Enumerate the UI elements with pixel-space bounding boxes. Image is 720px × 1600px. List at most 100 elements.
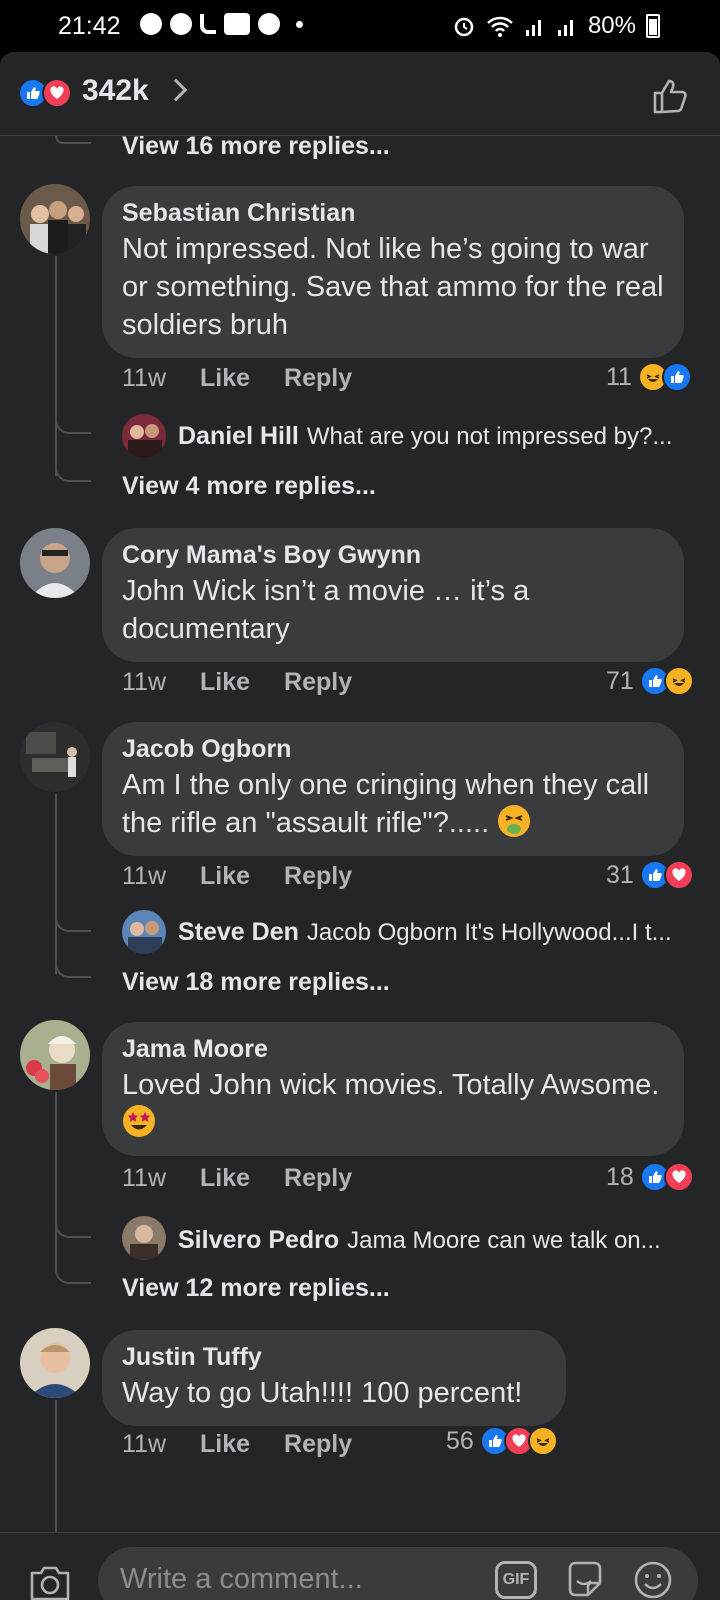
more-notifications-dot — [296, 20, 303, 28]
reaction-count: 31 — [606, 860, 634, 889]
reply-author[interactable]: Steve Den — [178, 918, 299, 946]
comments-list: View 16 more replies... Sebastian Christ… — [0, 136, 720, 1532]
comment-reactions[interactable]: 18 — [606, 1162, 694, 1192]
comments-sheet: 342k View 16 more replies... Sebastian C… — [0, 52, 720, 1600]
comment-text: John Wick isn’t a movie … it’s a documen… — [122, 575, 530, 645]
like-button[interactable]: Like — [200, 1430, 250, 1459]
reaction-count: 11 — [606, 362, 632, 391]
thread-connector — [55, 1202, 91, 1238]
avatar[interactable] — [122, 910, 166, 954]
comment-reactions[interactable]: 11 — [606, 362, 692, 392]
reply-preview[interactable]: Daniel Hill What are you not impressed by… — [178, 422, 698, 451]
reaction-count: 71 — [606, 666, 634, 695]
avatar[interactable] — [20, 1020, 90, 1090]
avatar[interactable] — [20, 184, 90, 254]
comment-author[interactable]: Justin Tuffy — [122, 1342, 546, 1372]
signal-icon — [557, 20, 573, 36]
reply-author[interactable]: Silvero Pedro — [178, 1226, 339, 1254]
reply-text: What are you not impressed by?... — [306, 423, 673, 450]
comment-bubble[interactable]: Cory Mama's Boy Gwynn John Wick isn’t a … — [102, 528, 684, 662]
thread-line — [55, 794, 57, 974]
comment-author[interactable]: Jama Moore — [122, 1034, 664, 1064]
view-more-replies[interactable]: View 4 more replies... — [122, 472, 376, 501]
comment-input[interactable]: Write a comment... GIF — [98, 1547, 698, 1600]
avatar[interactable] — [20, 528, 90, 598]
reply-preview[interactable]: Steve Den Jacob Ogborn It's Hollywood...I… — [178, 918, 698, 947]
comment-text: Am I the only one cringing when they cal… — [122, 766, 664, 842]
camera-icon[interactable] — [28, 1563, 72, 1600]
comment-text-content: Loved John wick movies. Totally Awsome. — [122, 1069, 660, 1101]
thumbs-up-outline-icon[interactable] — [650, 76, 690, 116]
comment-actions: 11w Like Reply — [122, 1430, 386, 1459]
like-icon — [661, 362, 692, 392]
love-icon — [663, 1162, 694, 1192]
system-icons: 80% — [452, 12, 660, 40]
comment-text-content: Am I the only one cringing when they cal… — [122, 769, 650, 839]
comment-reactions[interactable]: 56 — [446, 1426, 558, 1456]
reply-preview[interactable]: Silvero Pedro Jama Moore can we talk on..… — [178, 1226, 698, 1255]
avatar[interactable] — [20, 1328, 90, 1398]
avatar[interactable] — [122, 1216, 166, 1260]
chevron-right-icon[interactable] — [164, 78, 188, 102]
facebook-notification-icon — [140, 13, 162, 35]
reply-button[interactable]: Reply — [284, 862, 352, 891]
thread-line — [55, 1400, 57, 1532]
view-more-replies[interactable]: View 16 more replies... — [122, 136, 390, 161]
comment-age: 11w — [122, 668, 167, 696]
comment-author[interactable]: Cory Mama's Boy Gwynn — [122, 540, 664, 570]
like-button[interactable]: Like — [200, 1164, 250, 1193]
avatar[interactable] — [122, 414, 166, 458]
like-button[interactable]: Like — [200, 668, 250, 697]
nauseated-face-emoji-icon — [497, 804, 531, 838]
tiktok-notification-icon — [200, 14, 216, 34]
like-button[interactable]: Like — [200, 862, 250, 891]
sticker-icon[interactable] — [564, 1559, 606, 1600]
love-icon — [42, 78, 72, 108]
comment-bubble[interactable]: Sebastian Christian Not impressed. Not l… — [102, 186, 684, 358]
comment-actions: 11w Like Reply — [122, 668, 386, 697]
thread-connector — [55, 398, 91, 434]
comment-bubble[interactable]: Jama Moore Loved John wick movies. Total… — [102, 1022, 684, 1156]
comment-author[interactable]: Jacob Ogborn — [122, 734, 664, 764]
reaction-total[interactable]: 342k — [82, 74, 149, 108]
love-icon — [663, 860, 694, 890]
reply-text: Jama Moore can we talk on... — [347, 1227, 661, 1254]
avatar[interactable] — [20, 722, 90, 792]
emoji-icon[interactable] — [632, 1559, 674, 1600]
thread-line — [55, 256, 57, 476]
view-more-replies[interactable]: View 12 more replies... — [122, 1274, 390, 1303]
reply-author[interactable]: Daniel Hill — [178, 422, 299, 450]
facebook-notification-icon — [258, 13, 280, 35]
thread-connector — [55, 948, 91, 978]
comment-text: Way to go Utah!!!! 100 percent! — [122, 1377, 523, 1409]
comment-age: 11w — [122, 1430, 167, 1458]
thread-connector — [55, 136, 91, 144]
reply-button[interactable]: Reply — [284, 1430, 352, 1459]
alarm-icon — [454, 17, 474, 37]
view-more-replies[interactable]: View 18 more replies... — [122, 968, 390, 997]
reply-button[interactable]: Reply — [284, 668, 352, 697]
comment-reactions[interactable]: 71 — [606, 666, 694, 696]
comment-bubble[interactable]: Jacob Ogborn Am I the only one cringing … — [102, 722, 684, 856]
like-button[interactable]: Like — [200, 364, 250, 393]
notification-icons — [140, 13, 303, 35]
comment-text: Not impressed. Not like he’s going to wa… — [122, 233, 664, 341]
thread-connector — [55, 1254, 91, 1284]
thread-line — [55, 1092, 57, 1272]
comment-text: Loved John wick movies. Totally Awsome. — [122, 1066, 664, 1142]
comment-age: 11w — [122, 862, 167, 890]
reaction-count: 56 — [446, 1426, 474, 1455]
gif-button[interactable]: GIF — [495, 1561, 537, 1599]
comment-age: 11w — [122, 364, 167, 392]
reply-button[interactable]: Reply — [284, 364, 352, 393]
comment-bubble[interactable]: Justin Tuffy Way to go Utah!!!! 100 perc… — [102, 1330, 566, 1426]
comment-author[interactable]: Sebastian Christian — [122, 198, 664, 228]
signal-icon — [525, 20, 541, 36]
comment-actions: 11w Like Reply — [122, 862, 386, 891]
reactions-header: 342k — [0, 52, 720, 136]
comment-reactions[interactable]: 31 — [606, 860, 694, 890]
comment-input-placeholder[interactable]: Write a comment... — [120, 1563, 363, 1596]
reaction-summary[interactable] — [18, 78, 72, 108]
comment-age: 11w — [122, 1164, 167, 1192]
reply-button[interactable]: Reply — [284, 1164, 352, 1193]
